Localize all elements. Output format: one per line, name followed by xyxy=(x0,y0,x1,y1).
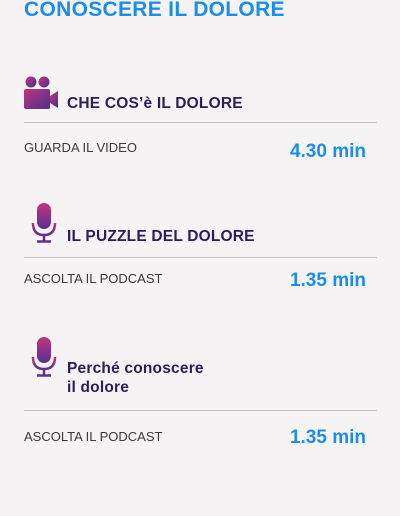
video-duration[interactable]: 4.30 min xyxy=(290,141,366,163)
item-title: Perché conoscere il dolore xyxy=(67,359,204,397)
divider xyxy=(24,410,377,411)
divider xyxy=(24,122,377,123)
item-title-line: il dolore xyxy=(67,379,130,396)
podcast-duration[interactable]: 1.35 min xyxy=(290,427,366,449)
item-title: IL PUZZLE DEL DOLORE xyxy=(67,228,255,245)
page-title: CONOSCERE IL DOLORE xyxy=(24,0,285,21)
microphone-icon xyxy=(31,203,57,243)
item-title-line: Perché conoscere xyxy=(67,360,204,377)
microphone-icon xyxy=(31,337,57,377)
item-title: CHE COS’è IL DOLORE xyxy=(67,95,243,112)
watch-video-link[interactable]: GUARDA IL VIDEO xyxy=(24,140,137,156)
listen-podcast-link[interactable]: ASCOLTA IL PODCAST xyxy=(24,429,162,445)
divider xyxy=(24,257,377,258)
podcast-duration[interactable]: 1.35 min xyxy=(290,270,366,292)
video-camera-icon xyxy=(24,76,58,109)
listen-podcast-link[interactable]: ASCOLTA IL PODCAST xyxy=(24,271,162,287)
